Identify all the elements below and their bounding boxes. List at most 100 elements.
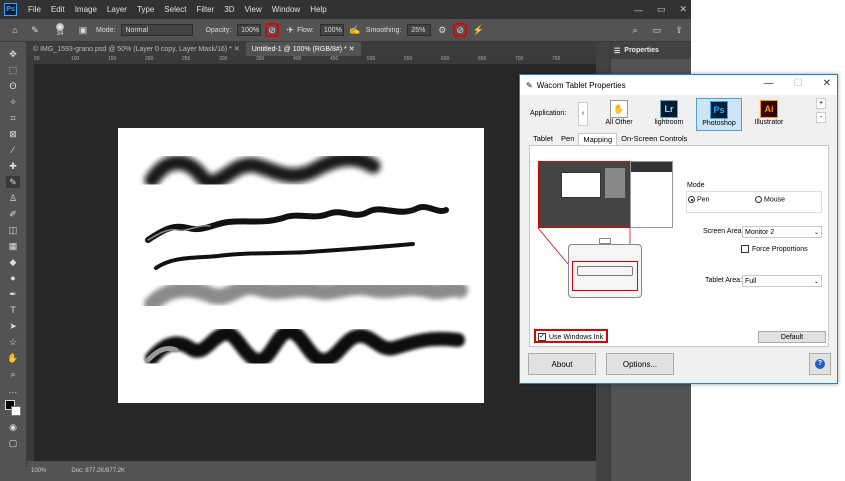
mode-select[interactable]: Normal [121, 24, 194, 36]
menu-image[interactable]: Image [70, 5, 102, 14]
menu-filter[interactable]: Filter [192, 5, 220, 14]
document-canvas[interactable] [118, 128, 484, 403]
tab-label: Untitled-1 @ 100% (RGB/8#) * [251, 45, 347, 53]
pressure-size-icon[interactable]: ⊘ [453, 23, 468, 37]
crop-tool-icon[interactable]: ⌗ [6, 112, 20, 124]
menu-3d[interactable]: 3D [219, 5, 239, 14]
brush-preset-picker[interactable]: 34 [50, 23, 70, 37]
history-brush-tool-icon[interactable]: ✐ [6, 208, 20, 220]
smoothing-field[interactable]: 25% [407, 24, 432, 36]
default-button[interactable]: Default [758, 331, 826, 343]
minimize-icon[interactable]: — [764, 78, 774, 89]
options-bar: ⌂ ✎ 34 ▣ Mode: Normal Opacity: 100% ⊘ ✈ … [0, 19, 691, 42]
tablet-area-label: Tablet Area: [705, 277, 742, 284]
brush-tool-icon[interactable]: ✎ [28, 23, 42, 37]
remove-app-icon[interactable]: - [816, 112, 826, 123]
gradient-tool-icon[interactable]: ▦ [6, 240, 20, 252]
smoothing-options-icon[interactable]: ⚙ [435, 23, 449, 37]
shape-tool-icon[interactable]: ☆ [6, 336, 20, 348]
opacity-field[interactable]: 100% [237, 24, 262, 36]
background-color-swatch[interactable] [11, 406, 21, 416]
properties-header[interactable]: ☰ Properties [611, 42, 691, 59]
flow-field[interactable]: 100% [319, 24, 344, 36]
tablet-area-select[interactable]: Full ⌄ [742, 275, 822, 287]
healing-brush-tool-icon[interactable]: ✚ [6, 160, 20, 172]
menu-help[interactable]: Help [305, 5, 331, 14]
menu-edit[interactable]: Edit [46, 5, 70, 14]
zoom-tool-icon[interactable]: ⌕ [6, 368, 20, 380]
search-icon[interactable]: ⌕ [628, 23, 642, 37]
ruler-vertical [27, 56, 34, 461]
close-icon[interactable]: ✕ [679, 4, 687, 15]
menu-layer[interactable]: Layer [102, 5, 132, 14]
clone-stamp-tool-icon[interactable]: ♙ [6, 192, 20, 204]
close-icon[interactable]: ✕ [823, 78, 831, 89]
path-select-tool-icon[interactable]: ➤ [6, 320, 20, 332]
mode-pen-radio[interactable]: Pen [688, 196, 709, 203]
menu-view[interactable]: View [240, 5, 267, 14]
screen-mode-icon[interactable]: ▢ [6, 437, 20, 449]
tab-tablet[interactable]: Tablet [529, 133, 557, 145]
more-tools-icon[interactable]: … [6, 384, 20, 396]
close-tab-icon[interactable]: ✕ [234, 45, 240, 53]
home-icon[interactable]: ⌂ [8, 23, 22, 37]
about-button[interactable]: About [528, 353, 596, 375]
airbrush-icon[interactable]: ✈ [283, 23, 297, 37]
app-all-other[interactable]: ✋ All Other [596, 98, 642, 131]
workspace-icon[interactable]: ▭ [650, 23, 664, 37]
tab-pen[interactable]: Pen [557, 133, 578, 145]
eyedropper-tool-icon[interactable]: ⁄ [6, 144, 20, 156]
window-controls: — ▭ ✕ [634, 0, 687, 19]
add-app-icon[interactable]: + [816, 98, 826, 109]
menu-select[interactable]: Select [159, 5, 191, 14]
mode-mouse-radio[interactable]: Mouse [755, 196, 785, 203]
tab-mapping[interactable]: Mapping [578, 133, 618, 145]
app-illustrator[interactable]: Ai Illustrator [746, 98, 792, 131]
application-label: Application: [530, 110, 567, 117]
use-windows-ink-checkbox[interactable]: ✓ Use Windows Ink [538, 333, 603, 341]
pen-tool-icon[interactable]: ✒ [6, 288, 20, 300]
tab-img-1593[interactable]: © IMG_1593-grano.psd @ 50% (Layer 0 copy… [27, 42, 246, 56]
options-button[interactable]: Options... [606, 353, 674, 375]
brush-tool-icon[interactable]: ✎ [6, 176, 20, 188]
app-lightroom[interactable]: Lr lightroom [646, 98, 692, 131]
maximize-icon[interactable]: ☐ [794, 78, 803, 89]
app-scroll-left-icon[interactable]: ‹ [578, 102, 588, 126]
force-proportions-label: Force Proportions [752, 245, 808, 253]
tab-untitled-1[interactable]: Untitled-1 @ 100% (RGB/8#) * ✕ [245, 42, 361, 56]
share-icon[interactable]: ⇪ [672, 23, 686, 37]
eraser-tool-icon[interactable]: ◫ [6, 224, 20, 236]
blur-tool-icon[interactable]: ◆ [6, 256, 20, 268]
symmetry-icon[interactable]: ⚡ [471, 23, 485, 37]
help-button[interactable]: ? [809, 353, 831, 375]
tab-on-screen-controls[interactable]: On-Screen Controls [617, 133, 691, 145]
airbrush-toggle-icon[interactable]: ✍ [348, 23, 362, 37]
type-tool-icon[interactable]: T [6, 304, 20, 316]
quick-select-tool-icon[interactable]: ✧ [6, 96, 20, 108]
quick-mask-icon[interactable]: ◉ [6, 421, 20, 433]
lightroom-icon: Lr [660, 100, 678, 118]
lasso-tool-icon[interactable]: ʘ [6, 80, 20, 92]
close-tab-icon[interactable]: ✕ [349, 45, 355, 53]
menu-type[interactable]: Type [132, 5, 159, 14]
move-tool-icon[interactable]: ✥ [6, 48, 20, 60]
screen-area-select[interactable]: Monitor 2 ⌄ [742, 226, 822, 238]
dodge-tool-icon[interactable]: ● [6, 272, 20, 284]
hand-tool-icon[interactable]: ✋ [6, 352, 20, 364]
canvas-area[interactable] [34, 64, 596, 461]
stroke-1 [144, 151, 381, 190]
brush-strokes [144, 151, 468, 368]
stroke-5 [145, 325, 465, 368]
frame-tool-icon[interactable]: ⊠ [6, 128, 20, 140]
menu-window[interactable]: Window [267, 5, 305, 14]
monitor-2-header [631, 162, 672, 172]
pressure-opacity-icon[interactable]: ⊘ [265, 23, 280, 37]
force-proportions-checkbox[interactable]: Force Proportions [741, 245, 808, 253]
zoom-level[interactable]: 100% [31, 468, 46, 474]
marquee-tool-icon[interactable]: ⬚ [6, 64, 20, 76]
brush-settings-icon[interactable]: ▣ [76, 23, 90, 37]
app-photoshop[interactable]: Ps Photoshop [696, 98, 742, 131]
menu-file[interactable]: File [23, 5, 46, 14]
minimize-icon[interactable]: — [634, 5, 643, 15]
maximize-icon[interactable]: ▭ [657, 4, 666, 15]
